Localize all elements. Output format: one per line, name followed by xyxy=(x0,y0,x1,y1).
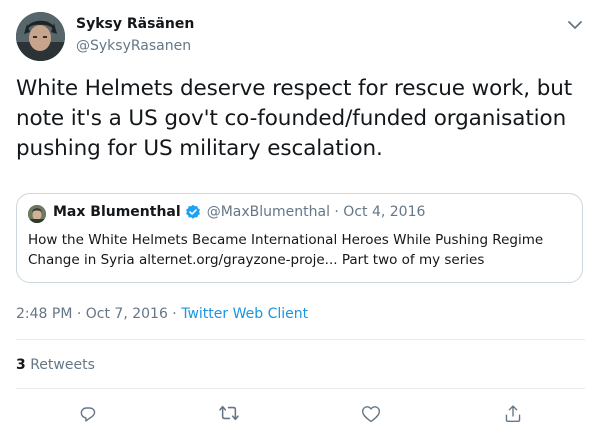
source-client-link[interactable]: Twitter Web Client xyxy=(181,306,308,322)
quoted-handle-date: @MaxBlumenthal · Oct 4, 2016 xyxy=(206,204,426,220)
tweet-metadata: 2:48 PM · Oct 7, 2016 · Twitter Web Clie… xyxy=(16,306,308,322)
quoted-tweet[interactable]: Max Blumenthal @MaxBlumenthal · Oct 4, 2… xyxy=(16,193,583,283)
quoted-author-name[interactable]: Max Blumenthal xyxy=(53,204,181,220)
author-name[interactable]: Syksy Räsänen xyxy=(76,16,194,32)
quoted-author-avatar[interactable] xyxy=(28,205,46,223)
tweet: Syksy Räsänen @SyksyRasanen White Helmet… xyxy=(0,0,601,439)
quoted-header: Max Blumenthal @MaxBlumenthal · Oct 4, 2… xyxy=(53,204,425,220)
retweet-stats[interactable]: 3 Retweets xyxy=(16,357,95,373)
author-avatar[interactable] xyxy=(16,12,65,61)
share-icon[interactable] xyxy=(502,402,524,424)
verified-badge-icon xyxy=(185,204,201,220)
timestamp[interactable]: 2:48 PM · Oct 7, 2016 · xyxy=(16,306,181,322)
divider xyxy=(16,339,585,340)
tweet-text: White Helmets deserve respect for rescue… xyxy=(16,76,573,161)
chevron-down-icon[interactable] xyxy=(564,14,586,36)
divider xyxy=(16,388,585,389)
author-handle[interactable]: @SyksyRasanen xyxy=(76,38,191,54)
quoted-text: How the White Helmets Became Internation… xyxy=(28,232,544,268)
reply-icon[interactable] xyxy=(77,402,99,424)
retweet-icon[interactable] xyxy=(218,402,240,424)
retweet-label: Retweets xyxy=(30,357,95,373)
like-icon[interactable] xyxy=(360,402,382,424)
retweet-count: 3 xyxy=(16,357,26,373)
